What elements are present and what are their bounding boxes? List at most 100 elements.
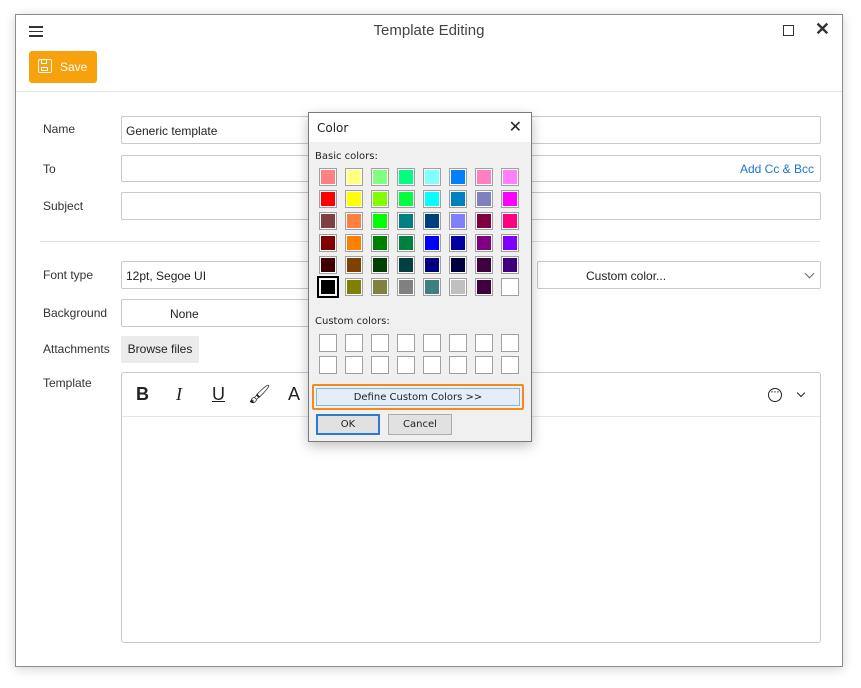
window-title: Template Editing [373, 22, 485, 39]
color-swatch[interactable] [397, 256, 415, 274]
font-type-value: 12pt, Segoe UI [126, 269, 207, 283]
name-value: Generic template [126, 124, 218, 138]
basic-colors-label: Basic colors: [315, 151, 378, 162]
font-type-select[interactable]: 12pt, Segoe UI [121, 261, 321, 289]
color-swatch[interactable] [345, 234, 363, 252]
cancel-button[interactable]: Cancel [388, 414, 452, 435]
custom-colors-label: Custom colors: [315, 316, 390, 327]
color-swatch[interactable] [423, 278, 441, 296]
color-swatch[interactable] [501, 256, 519, 274]
color-swatch[interactable] [501, 234, 519, 252]
color-swatch[interactable] [371, 168, 389, 186]
color-swatch[interactable] [475, 256, 493, 274]
custom-color-swatch[interactable] [423, 356, 441, 374]
custom-color-swatch[interactable] [501, 356, 519, 374]
underline-button[interactable]: U [212, 384, 225, 405]
color-swatch[interactable] [345, 190, 363, 208]
color-swatch[interactable] [449, 256, 467, 274]
color-swatch[interactable] [423, 256, 441, 274]
custom-color-swatch[interactable] [397, 334, 415, 352]
color-swatch[interactable] [371, 212, 389, 230]
more-options-icon[interactable] [768, 384, 782, 402]
name-label: Name [43, 122, 76, 136]
define-custom-colors-button[interactable]: Define Custom Colors >> [312, 384, 524, 410]
color-swatch[interactable] [397, 278, 415, 296]
close-icon[interactable]: ✕ [509, 117, 522, 136]
color-swatch[interactable] [345, 256, 363, 274]
custom-color-swatch[interactable] [345, 334, 363, 352]
font-color-button[interactable]: A [288, 384, 300, 405]
chevron-down-icon [804, 268, 815, 279]
color-swatch[interactable] [345, 168, 363, 186]
ok-button[interactable]: OK [316, 414, 380, 435]
color-swatch[interactable] [449, 190, 467, 208]
color-swatch[interactable] [371, 278, 389, 296]
color-swatch[interactable] [475, 278, 493, 296]
custom-color-swatch[interactable] [475, 356, 493, 374]
custom-color-swatch[interactable] [449, 334, 467, 352]
color-swatch[interactable] [449, 212, 467, 230]
color-swatch[interactable] [475, 212, 493, 230]
browse-files-button[interactable]: Browse files [121, 336, 199, 363]
color-dialog-title-bar: Color ✕ [309, 113, 531, 142]
color-swatch[interactable] [501, 212, 519, 230]
custom-color-swatch[interactable] [371, 356, 389, 374]
color-swatch[interactable] [319, 212, 337, 230]
color-swatch[interactable] [501, 168, 519, 186]
format-painter-icon[interactable]: 🖌 [248, 384, 271, 405]
color-swatch[interactable] [345, 278, 363, 296]
custom-color-swatch[interactable] [319, 334, 337, 352]
color-swatch[interactable] [319, 256, 337, 274]
color-swatch[interactable] [475, 168, 493, 186]
template-label: Template [43, 376, 92, 390]
custom-color-swatch[interactable] [371, 334, 389, 352]
color-swatch[interactable] [501, 278, 519, 296]
background-label: Background [43, 306, 108, 320]
color-dialog: Color ✕ Basic colors: Custom colors: Def… [308, 112, 532, 442]
color-swatch[interactable] [371, 190, 389, 208]
close-icon[interactable]: ✕ [815, 19, 830, 40]
custom-color-select[interactable]: Custom color... [537, 261, 821, 289]
color-swatch[interactable] [423, 168, 441, 186]
color-swatch[interactable] [475, 234, 493, 252]
define-custom-colors-label: Define Custom Colors >> [316, 388, 520, 406]
color-swatch[interactable] [423, 190, 441, 208]
font-type-label: Font type [43, 268, 94, 282]
background-select[interactable]: None [121, 299, 321, 327]
save-label: Save [60, 60, 88, 74]
color-swatch[interactable] [319, 190, 337, 208]
custom-color-swatch[interactable] [449, 356, 467, 374]
color-swatch[interactable] [475, 190, 493, 208]
color-swatch[interactable] [449, 168, 467, 186]
color-swatch[interactable] [319, 234, 337, 252]
title-bar: Template Editing ✕ [16, 15, 842, 47]
custom-color-swatch[interactable] [475, 334, 493, 352]
custom-color-swatch[interactable] [397, 356, 415, 374]
chevron-down-icon[interactable] [796, 388, 806, 398]
color-swatch[interactable] [371, 256, 389, 274]
color-dialog-title: Color [317, 121, 349, 135]
maximize-icon[interactable] [783, 25, 794, 36]
save-button[interactable]: Save [29, 51, 97, 83]
color-swatch[interactable] [319, 168, 337, 186]
custom-color-swatch[interactable] [319, 356, 337, 374]
color-swatch[interactable] [371, 234, 389, 252]
italic-button[interactable]: I [176, 384, 182, 405]
color-swatch[interactable] [397, 190, 415, 208]
color-swatch[interactable] [397, 212, 415, 230]
add-cc-bcc-link[interactable]: Add Cc & Bcc [740, 162, 814, 176]
bold-button[interactable]: B [136, 384, 149, 405]
custom-color-swatch[interactable] [423, 334, 441, 352]
color-swatch[interactable] [423, 212, 441, 230]
color-swatch[interactable] [449, 234, 467, 252]
to-label: To [43, 162, 56, 176]
color-swatch[interactable] [397, 168, 415, 186]
color-swatch[interactable] [397, 234, 415, 252]
color-swatch[interactable] [501, 190, 519, 208]
color-swatch[interactable] [449, 278, 467, 296]
color-swatch[interactable] [317, 276, 339, 298]
color-swatch[interactable] [423, 234, 441, 252]
custom-color-swatch[interactable] [345, 356, 363, 374]
custom-color-swatch[interactable] [501, 334, 519, 352]
color-swatch[interactable] [345, 212, 363, 230]
